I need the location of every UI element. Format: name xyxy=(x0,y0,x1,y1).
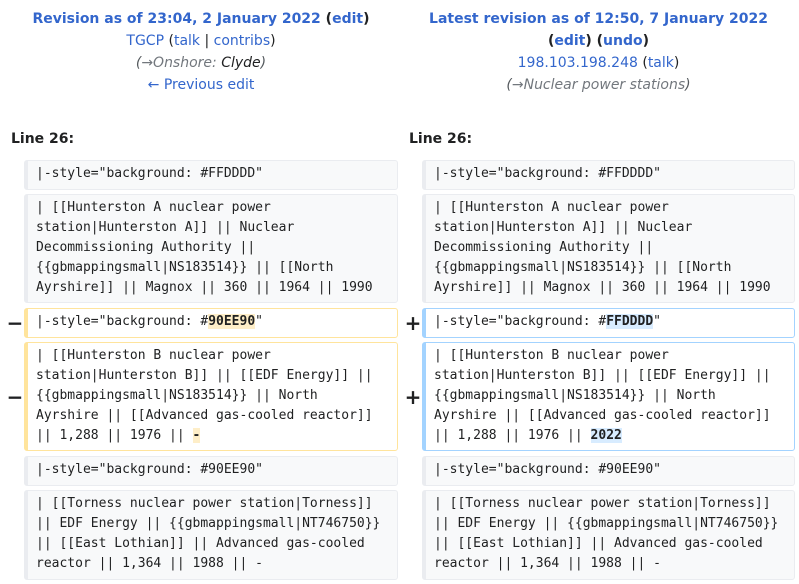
added-line-prefix: |-style="background: # xyxy=(434,314,607,329)
new-line-number: Line 26: xyxy=(409,131,473,147)
old-revision-summary: (→Onshore: Clyde) xyxy=(135,55,267,71)
added-line: | [[Hunterston B nuclear power station|H… xyxy=(422,342,795,451)
old-revision-edit-link[interactable]: edit xyxy=(332,11,363,27)
new-revision-summary: (→Nuclear power stations) xyxy=(506,77,691,93)
old-revision-section-link[interactable]: →Onshore: xyxy=(141,55,216,71)
deleted-line-prefix: |-style="background: # xyxy=(36,314,209,329)
new-context-row: | [[Torness nuclear power station|Tornes… xyxy=(422,490,795,580)
old-revision-user-line: TGCP (talk | contribs) xyxy=(126,33,276,49)
deleted-line-marker: − xyxy=(6,385,24,409)
new-revision-title: Latest revision as of 12:50, 7 January 2… xyxy=(398,8,799,30)
new-revision-user-line: 198.103.198.248 (talk) xyxy=(517,55,680,71)
old-revision-user-link[interactable]: TGCP xyxy=(126,33,164,49)
new-context-row: | [[Hunterston A nuclear power station|H… xyxy=(422,194,795,303)
deleted-line-marker: − xyxy=(6,311,24,335)
old-revision-header: Revision as of 23:04, 2 January 2022 (ed… xyxy=(0,8,402,96)
new-context-row: |-style="background: #FFDDDD" xyxy=(422,160,795,190)
added-line-marker: + xyxy=(404,311,422,335)
old-line-number: Line 26: xyxy=(11,131,75,147)
added-line-suffix: " xyxy=(653,314,661,329)
old-revision-link[interactable]: Revision as of 23:04, 2 January 2022 xyxy=(32,11,320,27)
new-revision-user-link[interactable]: 198.103.198.248 xyxy=(518,55,638,71)
new-revision-talk-link[interactable]: talk xyxy=(648,55,674,71)
new-context-row: |-style="background: #90EE90" xyxy=(422,456,795,486)
new-revision-link[interactable]: Latest revision as of 12:50, 7 January 2… xyxy=(429,11,768,27)
new-revision-edit-link[interactable]: edit xyxy=(554,33,585,49)
added-text-highlight: 2022 xyxy=(590,428,622,443)
old-revision-contribs-link[interactable]: contribs xyxy=(214,33,270,49)
new-revision-header: Latest revision as of 12:50, 7 January 2… xyxy=(398,8,799,96)
old-context-row: | [[Torness nuclear power station|Tornes… xyxy=(24,490,398,580)
new-revision-undo-link[interactable]: undo xyxy=(603,33,643,49)
old-context-row: |-style="background: #FFDDDD" xyxy=(24,160,398,190)
old-revision-talk-link[interactable]: talk xyxy=(174,33,200,49)
deleted-line-suffix: " xyxy=(255,314,263,329)
added-line-marker: + xyxy=(404,385,422,409)
old-revision-title: Revision as of 23:04, 2 January 2022 (ed… xyxy=(32,11,370,27)
new-revision-actions: (edit) (undo) xyxy=(547,33,650,49)
added-line: |-style="background: #FFDDDD" xyxy=(422,308,795,338)
old-context-row: |-style="background: #90EE90" xyxy=(24,456,398,486)
deleted-text-highlight: 90EE90 xyxy=(208,314,256,329)
deleted-line-text: | [[Hunterston B nuclear power station|H… xyxy=(36,348,373,443)
deleted-line: | [[Hunterston B nuclear power station|H… xyxy=(24,342,398,451)
old-revision-comment: Clyde xyxy=(221,55,261,71)
deleted-line: |-style="background: #90EE90" xyxy=(24,308,398,338)
new-revision-section-link[interactable]: →Nuclear power stations xyxy=(512,77,685,93)
added-text-highlight: FFDDDD xyxy=(606,314,654,329)
deleted-text-highlight: - xyxy=(192,428,201,443)
previous-edit-link[interactable]: ← Previous edit xyxy=(148,77,255,93)
old-context-row: | [[Hunterston A nuclear power station|H… xyxy=(24,194,398,303)
